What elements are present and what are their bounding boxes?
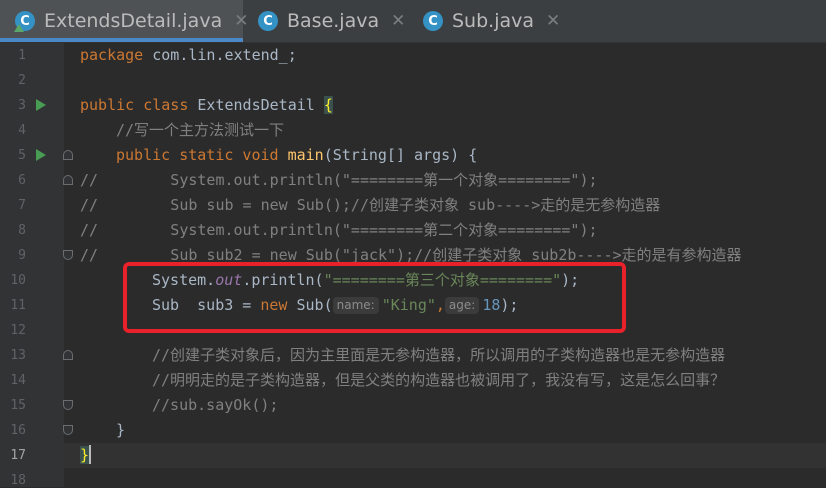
package-name: com.lin.extend_; (143, 46, 297, 64)
comment: //创建子类对象后，因为主里面是无参构造器，所以调用的子类构造器也是无参构造器 (152, 346, 726, 364)
comment: // System.out.println("========第一个对象====… (80, 171, 598, 189)
keyword: public class (80, 96, 189, 114)
line-number: 10 (10, 273, 26, 288)
line-number: 3 (18, 98, 26, 113)
line-number: 11 (10, 298, 26, 313)
tab-sub-java[interactable]: C Sub.java ✕ (408, 0, 560, 42)
code-line-17: } (80, 443, 92, 468)
code-line-16: } (116, 418, 125, 443)
comment: //写一个主方法测试一下 (116, 121, 285, 139)
class-name: ExtendsDetail (188, 96, 324, 114)
ide-window: C ExtendsDetail.java ✕ C Base.java ✕ C S… (0, 0, 826, 488)
tab-label: ExtendsDetail.java (44, 10, 223, 32)
comment: // Sub sub = new Sub();//创建子类对象 sub---->… (80, 196, 661, 214)
code-line-13: //创建子类对象后，因为主里面是无参构造器，所以调用的子类构造器也是无参构造器 (152, 343, 725, 368)
run-class-icon[interactable] (36, 99, 46, 111)
keyword: package (80, 46, 144, 64)
line-number: 2 (18, 73, 26, 88)
code-line-1: package com.lin.extend_; (80, 43, 297, 68)
code-line-14: //明明走的是子类构造器，但是父类的构造器也被调用了，我没有写，这是怎么回事？ (152, 368, 725, 393)
java-class-icon: C (14, 11, 35, 32)
line-number: 5 (18, 148, 26, 163)
tab-label: Sub.java (452, 10, 535, 32)
fold-icon[interactable] (63, 150, 73, 160)
fold-icon[interactable] (63, 350, 73, 360)
code-line-15: //sub.sayOk(); (152, 393, 278, 418)
close-icon[interactable]: ✕ (391, 11, 405, 31)
code-line-4: //写一个主方法测试一下 (116, 118, 284, 143)
tab-label: Base.java (287, 10, 380, 32)
line-number: 8 (18, 223, 26, 238)
text-cursor (89, 445, 92, 464)
editor-gutter: 1 2 3 4 5 6 7 8 9 10 11 12 13 14 15 16 1… (0, 43, 73, 488)
java-class-icon: C (423, 11, 443, 31)
line-number: 15 (10, 398, 26, 413)
line-number: 4 (18, 123, 26, 138)
matched-brace: { (323, 96, 333, 114)
line-number: 13 (10, 348, 26, 363)
line-number: 17 (10, 448, 26, 463)
java-class-icon: C (258, 11, 278, 31)
code-line-7: // Sub sub = new Sub();//创建子类对象 sub---->… (80, 193, 660, 218)
fold-icon[interactable] (63, 250, 73, 260)
method-name: main (278, 146, 324, 164)
code-line-8: // System.out.println("========第二个对象====… (80, 218, 598, 243)
line-number: 12 (10, 323, 26, 338)
editor-tab-bar: C ExtendsDetail.java ✕ C Base.java ✕ C S… (0, 0, 826, 43)
code-line-5: public static void main(String[] args) { (116, 143, 477, 168)
close-icon[interactable]: ✕ (546, 11, 560, 31)
comment: // System.out.println("========第二个对象====… (80, 221, 598, 239)
highlight-annotation-box (123, 262, 626, 333)
tab-extendsdetail-java[interactable]: C ExtendsDetail.java ✕ (0, 0, 248, 42)
method-signature: (String[] args) { (323, 146, 478, 164)
keyword: public static void (116, 146, 279, 164)
fold-icon[interactable] (63, 400, 73, 410)
line-number: 1 (18, 48, 26, 63)
code-line-6: // System.out.println("========第一个对象====… (80, 168, 598, 193)
line-number: 9 (18, 248, 26, 263)
code-line-3: public class ExtendsDetail { (80, 93, 333, 118)
comment: //sub.sayOk(); (152, 396, 279, 414)
matched-brace: } (80, 446, 90, 464)
tab-base-java[interactable]: C Base.java ✕ (243, 0, 408, 42)
comment: //明明走的是子类构造器，但是父类的构造器也被调用了，我没有写，这是怎么回事？ (152, 371, 726, 389)
line-number: 18 (10, 473, 26, 488)
line-number: 6 (18, 173, 26, 188)
line-number: 14 (10, 373, 26, 388)
closing-brace: } (116, 421, 126, 439)
run-main-icon[interactable] (36, 149, 46, 161)
line-number: 7 (18, 198, 26, 213)
fold-icon[interactable] (63, 175, 73, 185)
fold-icon[interactable] (63, 425, 73, 435)
line-number: 16 (10, 423, 26, 438)
